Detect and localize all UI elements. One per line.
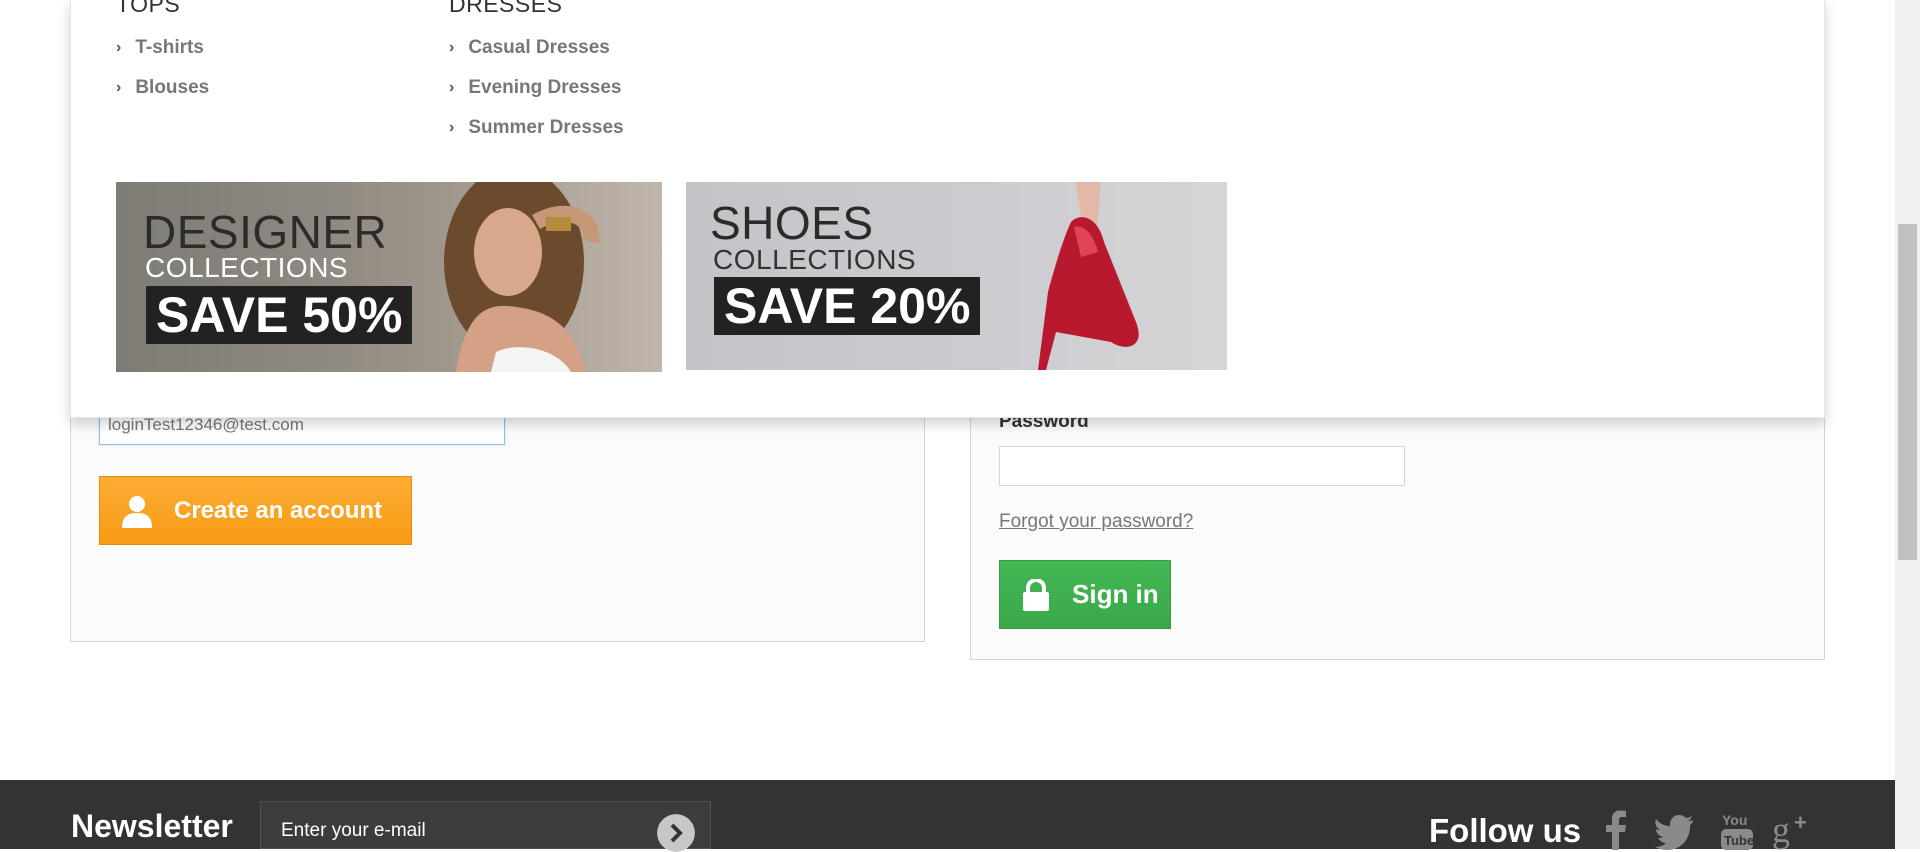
- forgot-password-link[interactable]: Forgot your password?: [999, 511, 1193, 533]
- model-photo: [444, 182, 600, 372]
- newsletter-title: Newsletter: [71, 808, 233, 844]
- chevron-right-icon: ›: [449, 119, 455, 136]
- scrollbar-thumb[interactable]: [1898, 224, 1917, 560]
- svg-text:g: g: [1772, 810, 1790, 850]
- chevron-right-icon: ›: [449, 79, 455, 96]
- menu-item-summer-dresses[interactable]: › Summer Dresses: [449, 117, 624, 139]
- menu-item-label: Casual Dresses: [468, 37, 610, 58]
- sign-in-label: Sign in: [1072, 579, 1159, 609]
- menu-item-casual-dresses[interactable]: › Casual Dresses: [449, 37, 610, 59]
- password-input[interactable]: [999, 446, 1405, 486]
- google-plus-icon[interactable]: g +: [1772, 810, 1816, 850]
- banner-subtitle: COLLECTIONS: [145, 252, 349, 283]
- menu-item-blouses[interactable]: › Blouses: [116, 77, 209, 99]
- youtube-icon[interactable]: You Tube: [1720, 810, 1754, 850]
- lock-icon: [1023, 578, 1049, 611]
- chevron-right-icon: ›: [449, 39, 455, 56]
- newsletter-submit-icon[interactable]: [657, 814, 695, 852]
- banner-discount: SAVE 50%: [146, 286, 413, 344]
- menu-item-label: Summer Dresses: [468, 117, 624, 138]
- chevron-right-icon: ›: [116, 39, 122, 56]
- svg-text:Tube: Tube: [1724, 833, 1754, 848]
- banner-title: SHOES: [710, 197, 874, 249]
- shoes-collections-banner[interactable]: SHOES COLLECTIONS SAVE 20%: [686, 182, 1227, 370]
- banner-title: DESIGNER: [143, 206, 388, 258]
- banner-subtitle: COLLECTIONS: [713, 244, 917, 275]
- banner-discount: SAVE 20%: [714, 277, 981, 335]
- twitter-icon[interactable]: [1655, 810, 1695, 850]
- chevron-right-icon: ›: [116, 79, 122, 96]
- category-tops[interactable]: TOPS: [116, 0, 180, 18]
- svg-text:+: +: [1794, 810, 1807, 835]
- menu-item-label: T-shirts: [135, 37, 204, 58]
- designer-collections-banner[interactable]: DESIGNER COLLECTIONS SAVE 50%: [116, 182, 662, 372]
- create-account-label: Create an account: [174, 496, 383, 524]
- create-account-button[interactable]: Create an account: [99, 476, 412, 545]
- menu-item-label: Evening Dresses: [468, 77, 622, 98]
- newsletter-email-input[interactable]: Enter your e-mail: [260, 801, 711, 849]
- red-heel-shoe-photo: [1038, 182, 1139, 370]
- user-icon: [122, 495, 152, 528]
- sign-in-button[interactable]: Sign in: [999, 560, 1171, 629]
- menu-item-label: Blouses: [135, 77, 210, 98]
- follow-us-title: Follow us: [1429, 812, 1582, 849]
- women-dropdown-menu: TOPS DRESSES › T-shirts › Blouses › Casu…: [70, 0, 1825, 418]
- menu-item-tshirts[interactable]: › T-shirts: [116, 37, 204, 59]
- facebook-icon[interactable]: [1605, 810, 1627, 850]
- svg-text:You: You: [1722, 812, 1747, 828]
- menu-item-evening-dresses[interactable]: › Evening Dresses: [449, 77, 621, 99]
- category-dresses[interactable]: DRESSES: [449, 0, 562, 18]
